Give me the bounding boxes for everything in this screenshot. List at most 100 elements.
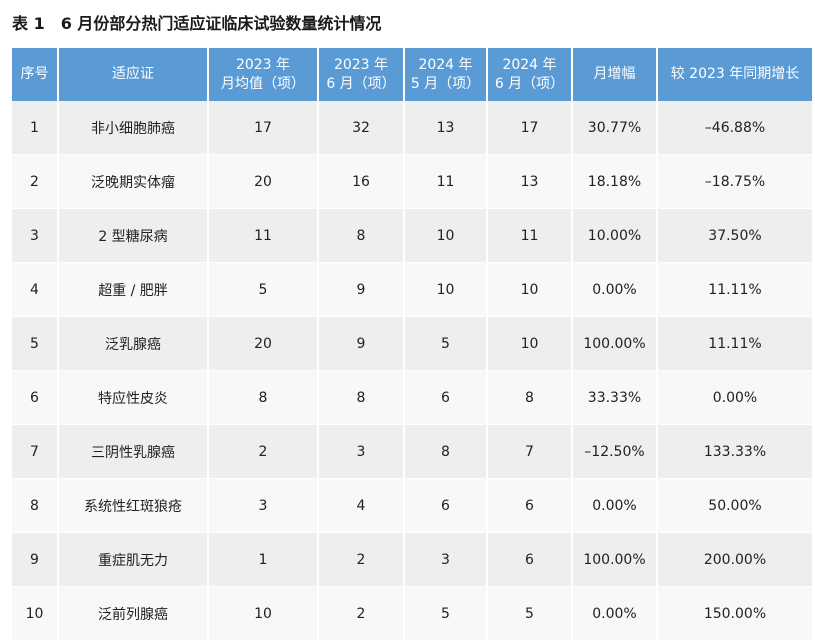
cell-monthly-growth: 33.33% — [572, 370, 658, 425]
cell-2023-monthly-average: 1 — [208, 532, 319, 587]
cell-2024-may: 6 — [404, 478, 488, 533]
cell-serial-number: 6 — [12, 370, 59, 425]
cell-2024-may: 6 — [404, 370, 488, 425]
table-body: 1 非小细胞肺癌 17 32 13 17 30.77% –46.88% 2 泛晚… — [12, 101, 812, 641]
cell-monthly-growth: 0.00% — [572, 478, 658, 533]
cell-2024-may: 13 — [404, 101, 488, 155]
cell-2023-june: 16 — [318, 154, 405, 209]
cell-2024-june: 17 — [487, 101, 573, 155]
header-indication: 适应证 — [58, 48, 209, 101]
cell-yoy-growth: 0.00% — [657, 370, 812, 425]
table-row: 9 重症肌无力 1 2 3 6 100.00% 200.00% — [12, 532, 812, 587]
cell-monthly-growth: 100.00% — [572, 532, 658, 587]
cell-2024-may: 5 — [404, 316, 488, 371]
cell-2024-june: 7 — [487, 424, 573, 479]
header-serial-number: 序号 — [12, 48, 59, 101]
cell-monthly-growth: 30.77% — [572, 101, 658, 155]
table-row: 10 泛前列腺癌 10 2 5 5 0.00% 150.00% — [12, 586, 812, 641]
cell-yoy-growth: 133.33% — [657, 424, 812, 479]
cell-yoy-growth: 150.00% — [657, 586, 812, 641]
cell-serial-number: 5 — [12, 316, 59, 371]
cell-serial-number: 1 — [12, 101, 59, 155]
cell-yoy-growth: 11.11% — [657, 262, 812, 317]
table-header: 序号 适应证 2023 年月均值（项） 2023 年6 月（项） 2024 年5… — [12, 48, 812, 101]
table-caption-number: 表 1 — [12, 14, 45, 33]
table-row: 2 泛晚期实体瘤 20 16 11 13 18.18% –18.75% — [12, 154, 812, 209]
cell-monthly-growth: 10.00% — [572, 208, 658, 263]
cell-monthly-growth: 100.00% — [572, 316, 658, 371]
cell-2024-june: 8 — [487, 370, 573, 425]
cell-2023-june: 9 — [318, 262, 405, 317]
cell-2023-june: 2 — [318, 586, 405, 641]
header-2024-june: 2024 年6 月（项） — [487, 48, 573, 101]
cell-2024-june: 10 — [487, 262, 573, 317]
cell-2023-june: 9 — [318, 316, 405, 371]
cell-2023-june: 2 — [318, 532, 405, 587]
cell-indication: 三阴性乳腺癌 — [58, 424, 209, 479]
header-row: 序号 适应证 2023 年月均值（项） 2023 年6 月（项） 2024 年5… — [12, 48, 812, 101]
cell-2023-june: 32 — [318, 101, 405, 155]
clinical-trials-table: 序号 适应证 2023 年月均值（项） 2023 年6 月（项） 2024 年5… — [12, 48, 812, 641]
cell-indication: 重症肌无力 — [58, 532, 209, 587]
cell-2023-june: 8 — [318, 370, 405, 425]
cell-2023-monthly-average: 5 — [208, 262, 319, 317]
cell-2023-monthly-average: 8 — [208, 370, 319, 425]
cell-serial-number: 8 — [12, 478, 59, 533]
cell-serial-number: 9 — [12, 532, 59, 587]
cell-indication: 2 型糖尿病 — [58, 208, 209, 263]
cell-2024-june: 5 — [487, 586, 573, 641]
header-monthly-growth: 月增幅 — [572, 48, 658, 101]
cell-2023-monthly-average: 20 — [208, 154, 319, 209]
cell-indication: 泛晚期实体瘤 — [58, 154, 209, 209]
cell-indication: 超重 / 肥胖 — [58, 262, 209, 317]
cell-yoy-growth: 50.00% — [657, 478, 812, 533]
header-2023-monthly-average: 2023 年月均值（项） — [208, 48, 319, 101]
cell-indication: 系统性红斑狼疮 — [58, 478, 209, 533]
table-row: 1 非小细胞肺癌 17 32 13 17 30.77% –46.88% — [12, 101, 812, 155]
cell-serial-number: 7 — [12, 424, 59, 479]
table-row: 6 特应性皮炎 8 8 6 8 33.33% 0.00% — [12, 370, 812, 425]
cell-2023-monthly-average: 17 — [208, 101, 319, 155]
cell-monthly-growth: 0.00% — [572, 586, 658, 641]
cell-yoy-growth: 37.50% — [657, 208, 812, 263]
cell-2024-may: 10 — [404, 208, 488, 263]
cell-2023-monthly-average: 11 — [208, 208, 319, 263]
cell-2023-monthly-average: 3 — [208, 478, 319, 533]
cell-serial-number: 3 — [12, 208, 59, 263]
cell-serial-number: 2 — [12, 154, 59, 209]
header-yoy-growth: 较 2023 年同期增长 — [657, 48, 812, 101]
table-caption: 表 1 6 月份部分热门适应证临床试验数量统计情况 — [12, 10, 381, 34]
cell-2024-june: 11 — [487, 208, 573, 263]
cell-indication: 非小细胞肺癌 — [58, 101, 209, 155]
cell-2024-june: 6 — [487, 478, 573, 533]
cell-serial-number: 10 — [12, 586, 59, 641]
cell-yoy-growth: 11.11% — [657, 316, 812, 371]
cell-2023-june: 8 — [318, 208, 405, 263]
header-2023-june: 2023 年6 月（项） — [318, 48, 405, 101]
cell-indication: 泛前列腺癌 — [58, 586, 209, 641]
cell-yoy-growth: –46.88% — [657, 101, 812, 155]
cell-indication: 特应性皮炎 — [58, 370, 209, 425]
cell-2023-monthly-average: 10 — [208, 586, 319, 641]
cell-2024-may: 8 — [404, 424, 488, 479]
table-row: 5 泛乳腺癌 20 9 5 10 100.00% 11.11% — [12, 316, 812, 371]
cell-2024-june: 10 — [487, 316, 573, 371]
table-caption-title: 6 月份部分热门适应证临床试验数量统计情况 — [60, 14, 382, 33]
cell-monthly-growth: 0.00% — [572, 262, 658, 317]
cell-2023-june: 3 — [318, 424, 405, 479]
cell-monthly-growth: –12.50% — [572, 424, 658, 479]
table-row: 4 超重 / 肥胖 5 9 10 10 0.00% 11.11% — [12, 262, 812, 317]
table-row: 8 系统性红斑狼疮 3 4 6 6 0.00% 50.00% — [12, 478, 812, 533]
cell-monthly-growth: 18.18% — [572, 154, 658, 209]
cell-2023-monthly-average: 2 — [208, 424, 319, 479]
cell-2024-june: 6 — [487, 532, 573, 587]
cell-serial-number: 4 — [12, 262, 59, 317]
cell-2024-may: 3 — [404, 532, 488, 587]
cell-2023-june: 4 — [318, 478, 405, 533]
table-row: 7 三阴性乳腺癌 2 3 8 7 –12.50% 133.33% — [12, 424, 812, 479]
cell-2024-may: 11 — [404, 154, 488, 209]
cell-yoy-growth: 200.00% — [657, 532, 812, 587]
cell-2024-june: 13 — [487, 154, 573, 209]
cell-yoy-growth: –18.75% — [657, 154, 812, 209]
cell-2024-may: 5 — [404, 586, 488, 641]
